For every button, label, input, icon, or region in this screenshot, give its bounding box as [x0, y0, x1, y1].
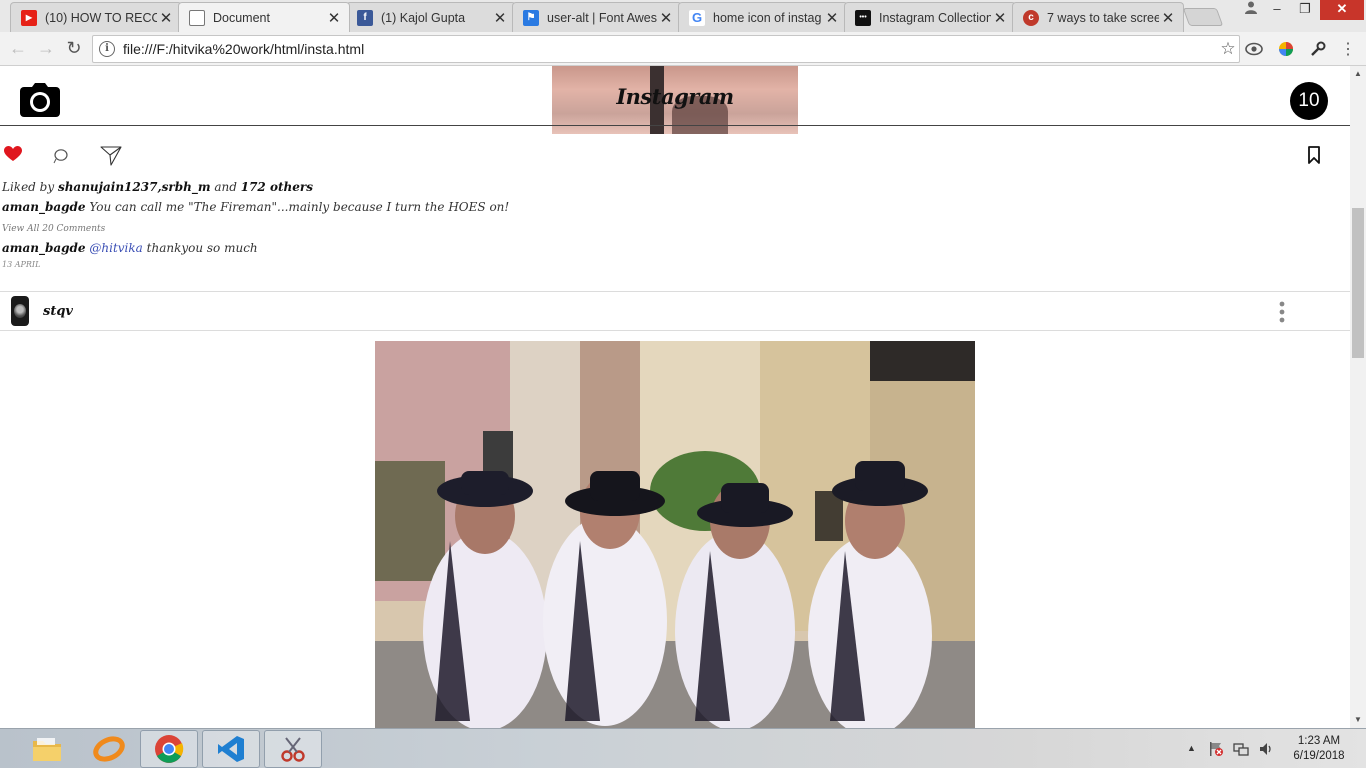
- browser-toolbar: ← → ↻ i file:///F:/hitvika%20work/html/i…: [0, 32, 1366, 66]
- file-explorer-button[interactable]: [18, 730, 76, 768]
- new-tab-button[interactable]: [1182, 8, 1224, 26]
- liked-and: and: [210, 180, 241, 194]
- snipping-tool-button[interactable]: [264, 730, 322, 768]
- document-icon: [189, 9, 205, 26]
- tab-instagram-collection[interactable]: ••• Instagram Collection ✕: [844, 2, 1016, 32]
- media-app-button[interactable]: [80, 730, 138, 768]
- info-icon[interactable]: i: [99, 41, 115, 57]
- instagram-header: Instagram 10: [0, 66, 1350, 126]
- tab-title: home icon of instag: [713, 10, 822, 25]
- comment-username[interactable]: aman_bagde: [2, 241, 86, 255]
- tools-extension-icon[interactable]: [1308, 40, 1328, 58]
- chrome-icon: [155, 735, 184, 763]
- tab-document[interactable]: Document ✕: [178, 2, 350, 32]
- maximize-button[interactable]: ❐: [1290, 0, 1320, 20]
- caption-text: You can call me "The Fireman"...mainly b…: [85, 200, 510, 214]
- tab-title: (1) Kajol Gupta: [381, 10, 466, 25]
- page-scrollbar[interactable]: ▲ ▼: [1350, 66, 1366, 728]
- tab-title: user-alt | Font Awes: [547, 10, 657, 25]
- post-caption: aman_bagde You can call me "The Fireman"…: [2, 200, 509, 214]
- comment: aman_bagde @hitvika thankyou so much: [2, 241, 258, 255]
- caption-username[interactable]: aman_bagde: [2, 200, 86, 214]
- scrollbar-thumb[interactable]: [1352, 208, 1364, 358]
- address-bar[interactable]: i file:///F:/hitvika%20work/html/insta.h…: [92, 35, 1240, 63]
- comment-icon[interactable]: [52, 148, 70, 164]
- close-icon[interactable]: ✕: [657, 9, 675, 27]
- post-actions: [0, 144, 1350, 168]
- comment-mention[interactable]: @hitvika: [89, 241, 142, 255]
- instagram-logo[interactable]: Instagram: [575, 84, 775, 109]
- close-icon[interactable]: ✕: [1159, 9, 1177, 27]
- heart-icon[interactable]: [4, 146, 22, 162]
- flag-icon: ⚑: [523, 9, 539, 26]
- url-text[interactable]: file:///F:/hitvika%20work/html/insta.htm…: [123, 41, 1217, 57]
- camera-icon[interactable]: [20, 83, 60, 117]
- tab-youtube[interactable]: ▶ (10) HOW TO RECOR ✕: [10, 2, 182, 32]
- view-all-comments-link[interactable]: View All 20 Comments: [2, 224, 105, 234]
- bookmark-icon[interactable]: [1306, 146, 1322, 164]
- vscode-button[interactable]: [202, 730, 260, 768]
- eye-extension-icon[interactable]: [1244, 40, 1264, 58]
- send-icon[interactable]: [100, 146, 122, 166]
- youtube-icon: ▶: [21, 9, 37, 26]
- flag-alert-icon[interactable]: [1208, 741, 1224, 760]
- tab-facebook[interactable]: f (1) Kajol Gupta ✕: [346, 2, 516, 32]
- tab-google[interactable]: G home icon of instag ✕: [678, 2, 848, 32]
- reload-button[interactable]: ↻: [62, 37, 86, 61]
- system-clock[interactable]: 1:23 AM 6/19/2018: [1288, 734, 1350, 764]
- post-date: 13 APRIL: [2, 260, 41, 269]
- scroll-down-icon[interactable]: ▼: [1350, 712, 1366, 728]
- facebook-icon: f: [357, 9, 373, 26]
- page-viewport: Instagram 10 Liked by shanujain1237,srbh…: [0, 66, 1350, 728]
- bookmark-star-icon[interactable]: ☆: [1217, 39, 1239, 59]
- close-icon[interactable]: ✕: [823, 9, 841, 27]
- tab-strip: ▶ (10) HOW TO RECOR ✕ Document ✕ f (1) K…: [0, 0, 1366, 32]
- site-icon: c: [1023, 9, 1039, 26]
- tray-expand-icon[interactable]: ▲: [1187, 743, 1196, 753]
- likes-line: Liked by shanujain1237,srbh_m and 172 ot…: [2, 180, 313, 194]
- close-window-button[interactable]: ✕: [1320, 0, 1364, 20]
- taskbar: ▲ 1:23 AM 6/19/2018: [0, 728, 1366, 768]
- notification-badge[interactable]: 10: [1290, 82, 1328, 120]
- post-divider: [0, 330, 1350, 331]
- volume-icon[interactable]: [1258, 741, 1274, 760]
- close-icon[interactable]: ✕: [491, 9, 509, 27]
- back-button[interactable]: ←: [6, 37, 30, 61]
- scroll-up-icon[interactable]: ▲: [1350, 66, 1366, 82]
- post-header: stqv: [0, 292, 1350, 330]
- network-icon[interactable]: [1233, 741, 1249, 760]
- google-icon: G: [689, 9, 705, 26]
- close-icon[interactable]: ✕: [991, 9, 1009, 27]
- tab-font-awesome[interactable]: ⚑ user-alt | Font Awes ✕: [512, 2, 682, 32]
- clock-date: 6/19/2018: [1293, 750, 1345, 762]
- forward-button[interactable]: →: [34, 37, 58, 61]
- close-icon[interactable]: ✕: [157, 9, 175, 27]
- tab-title: Document: [213, 10, 270, 25]
- liked-others[interactable]: 172 others: [241, 180, 313, 194]
- liked-prefix: Liked by: [2, 180, 58, 194]
- clock-time: 1:23 AM: [1297, 735, 1341, 747]
- post-username[interactable]: stqv: [43, 304, 73, 319]
- more-options-icon[interactable]: [1278, 301, 1286, 323]
- close-icon[interactable]: ✕: [325, 9, 343, 27]
- minimize-button[interactable]: –: [1262, 0, 1292, 20]
- comment-text: thankyou so much: [142, 241, 258, 255]
- avatar[interactable]: [11, 296, 29, 326]
- vscode-icon: [218, 736, 244, 762]
- tab-screenshot-guide[interactable]: c 7 ways to take scree ✕: [1012, 2, 1184, 32]
- tab-title: Instagram Collection: [879, 10, 991, 25]
- swirl-icon: [93, 736, 125, 762]
- folder-icon: [33, 738, 61, 761]
- scissors-icon: [281, 737, 305, 762]
- menu-icon[interactable]: ⋮: [1338, 40, 1358, 58]
- tab-title: (10) HOW TO RECOR: [45, 10, 157, 25]
- colorpicker-extension-icon[interactable]: [1276, 40, 1296, 58]
- collection-icon: •••: [855, 9, 871, 26]
- chrome-button[interactable]: [140, 730, 198, 768]
- liked-users[interactable]: shanujain1237,srbh_m: [58, 180, 211, 194]
- tab-title: 7 ways to take scree: [1047, 10, 1159, 25]
- post-photo[interactable]: [375, 341, 975, 728]
